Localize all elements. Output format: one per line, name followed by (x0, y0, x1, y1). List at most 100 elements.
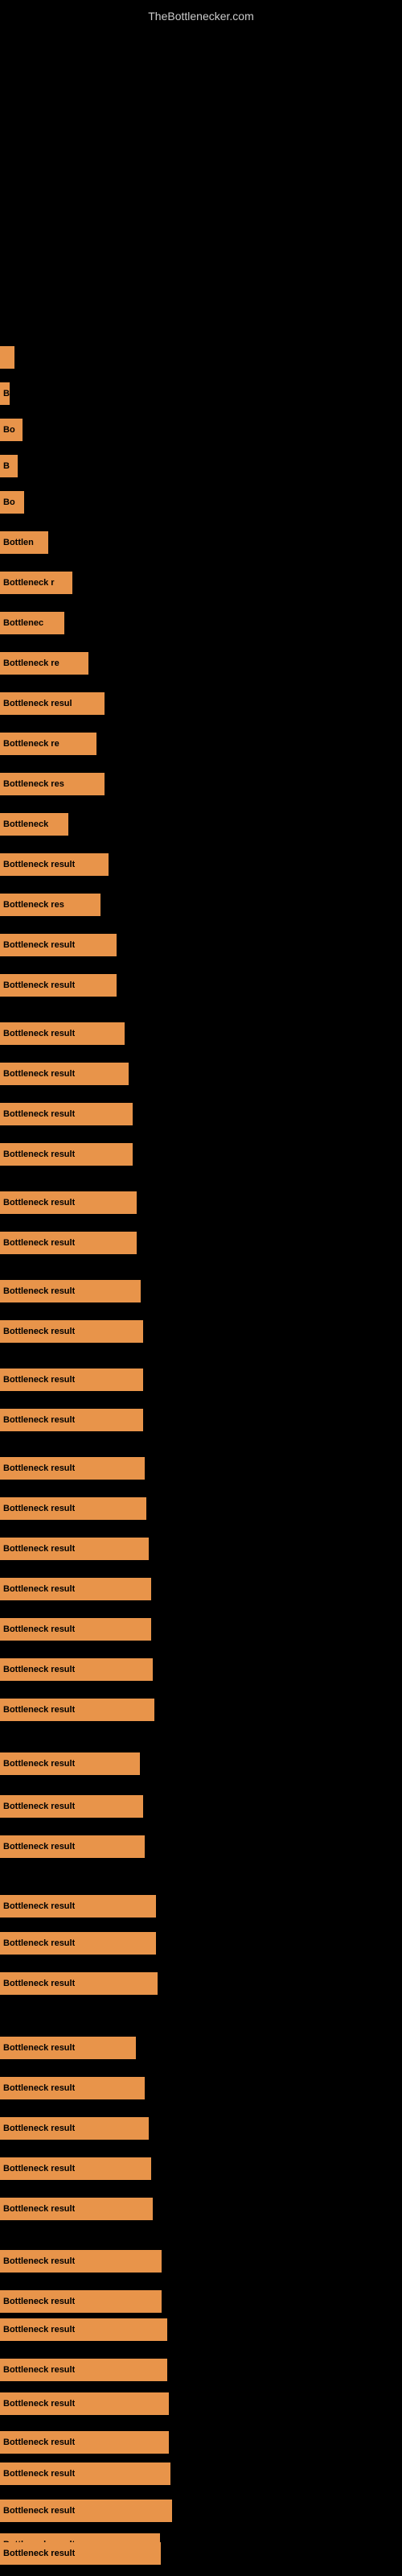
bar-row: Bottleneck result (0, 2290, 162, 2313)
bar-fill (0, 346, 14, 369)
bar-fill: Bottleneck result (0, 1320, 143, 1343)
bar-fill: Bottleneck result (0, 2250, 162, 2273)
bar-row: Bottleneck result (0, 2037, 136, 2059)
bar-fill: Bottleneck result (0, 1835, 145, 1858)
bar-row: Bottleneck result (0, 1972, 158, 1995)
bar-label: Bottleneck result (3, 1665, 75, 1674)
bar-fill: Bottleneck result (0, 1191, 137, 1214)
bar-row: Bottleneck result (0, 2392, 169, 2415)
bar-fill: Bottleneck result (0, 1578, 151, 1600)
bar-fill: Bottleneck result (0, 1103, 133, 1125)
bar-row: Bottleneck result (0, 2359, 167, 2381)
bar-row: Bottleneck result (0, 2462, 170, 2485)
bar-fill: Bottlen (0, 531, 48, 554)
bar-label: Bottleneck result (3, 1705, 75, 1715)
bar-label: Bottleneck result (3, 860, 75, 869)
bar-label: Bottleneck result (3, 1238, 75, 1248)
bar-row: Bottleneck result (0, 1795, 143, 1818)
bar-fill: Bottleneck resul (0, 692, 105, 715)
bar-label: Bottleneck result (3, 2469, 75, 2479)
bar-row: Bottleneck result (0, 1103, 133, 1125)
bar-fill: Bottleneck result (0, 1618, 151, 1641)
bar-fill: Bottleneck result (0, 2157, 151, 2180)
bar-label: Bottleneck result (3, 2365, 75, 2375)
bar-label: Bottleneck result (3, 1979, 75, 1988)
bar-row: Bottleneck result (0, 1409, 143, 1431)
bar-label: Bottleneck result (3, 1842, 75, 1852)
bar-label: Bottleneck result (3, 2399, 75, 2409)
bar-row: Bottleneck re (0, 733, 96, 755)
bar-fill: Bottleneck result (0, 2462, 170, 2485)
bar-label: Bottleneck result (3, 980, 75, 990)
bar-row: Bo (0, 419, 23, 441)
bar-fill: Bottleneck result (0, 1699, 154, 1721)
bar-row: Bottleneck result (0, 1835, 145, 1858)
bar-label: Bottleneck result (3, 2438, 75, 2447)
bar-label: Bottleneck result (3, 2043, 75, 2053)
bar-row: Bottleneck result (0, 1699, 154, 1721)
bar-row: Bottleneck result (0, 1191, 137, 1214)
bar-fill: Bo (0, 491, 24, 514)
bar-fill: Bottleneck result (0, 1752, 140, 1775)
bar-row: Bottleneck result (0, 974, 117, 997)
bar-fill: Bottleneck result (0, 2077, 145, 2099)
bar-fill: Bottleneck result (0, 1280, 141, 1302)
bar-row: Bottlen (0, 531, 48, 554)
bar-row: Bottleneck result (0, 2077, 145, 2099)
bar-row: Bottleneck r (0, 572, 72, 594)
bar-row: Bottleneck result (0, 1538, 149, 1560)
bar-fill: Bottleneck result (0, 1368, 143, 1391)
bar-row: Bottleneck result (0, 2117, 149, 2140)
bar-row: Bottleneck result (0, 2318, 167, 2341)
bar-row: B (0, 382, 10, 405)
bar-row: Bottleneck result (0, 1658, 153, 1681)
bar-label: Bottleneck result (3, 2083, 75, 2093)
bar-row: Bo (0, 491, 24, 514)
bar-label: Bottleneck result (3, 1375, 75, 1385)
bar-label: B (3, 389, 10, 398)
bar-label: Bottlen (3, 538, 34, 547)
bar-label: Bottleneck result (3, 2124, 75, 2133)
bar-fill: Bottleneck result (0, 974, 117, 997)
bar-label: Bo (3, 425, 15, 435)
bar-row: Bottleneck result (0, 1320, 143, 1343)
bar-fill: Bottleneck res (0, 894, 100, 916)
bar-row: Bottleneck result (0, 2542, 161, 2565)
bar-row: Bottleneck result (0, 1280, 141, 1302)
bar-label: Bottleneck res (3, 900, 64, 910)
bar-fill: Bottleneck re (0, 733, 96, 755)
bar-label: Bottleneck r (3, 578, 55, 588)
bar-label: Bottlenec (3, 618, 43, 628)
bar-row: Bottlenec (0, 612, 64, 634)
bar-label: Bottleneck result (3, 1109, 75, 1119)
bar-label: Bottleneck result (3, 1069, 75, 1079)
bar-row: Bottleneck result (0, 2157, 151, 2180)
bar-row: Bottleneck result (0, 1932, 156, 1955)
bar-row: Bottleneck result (0, 2250, 162, 2273)
bar-fill: Bottleneck result (0, 1143, 133, 1166)
bar-label: Bottleneck result (3, 1624, 75, 1634)
bar-label: Bottleneck result (3, 1802, 75, 1811)
bar-label: Bottleneck resul (3, 699, 72, 708)
bar-fill: Bottleneck result (0, 2290, 162, 2313)
bar-label: Bottleneck result (3, 1463, 75, 1473)
bar-fill: Bottleneck result (0, 2392, 169, 2415)
bar-label: Bottleneck result (3, 1584, 75, 1594)
bar-label: Bottleneck result (3, 1198, 75, 1208)
bar-fill: Bottleneck result (0, 2117, 149, 2140)
bar-fill: Bottleneck result (0, 1232, 137, 1254)
bar-row: Bottleneck result (0, 2198, 153, 2220)
bar-fill: Bo (0, 419, 23, 441)
bar-row: Bottleneck (0, 813, 68, 836)
bar-row: Bottleneck result (0, 1457, 145, 1480)
bar-row: Bottleneck result (0, 1895, 156, 1918)
bar-fill: Bottleneck result (0, 2500, 172, 2522)
bar-fill: Bottleneck result (0, 1063, 129, 1085)
bar-fill: Bottleneck result (0, 1538, 149, 1560)
bar-label: Bottleneck result (3, 2256, 75, 2266)
bar-row: Bottleneck result (0, 2500, 172, 2522)
bar-fill: Bottleneck result (0, 2037, 136, 2059)
bar-fill: Bottleneck result (0, 1932, 156, 1955)
bar-fill: Bottlenec (0, 612, 64, 634)
bar-fill: Bottleneck result (0, 2359, 167, 2381)
